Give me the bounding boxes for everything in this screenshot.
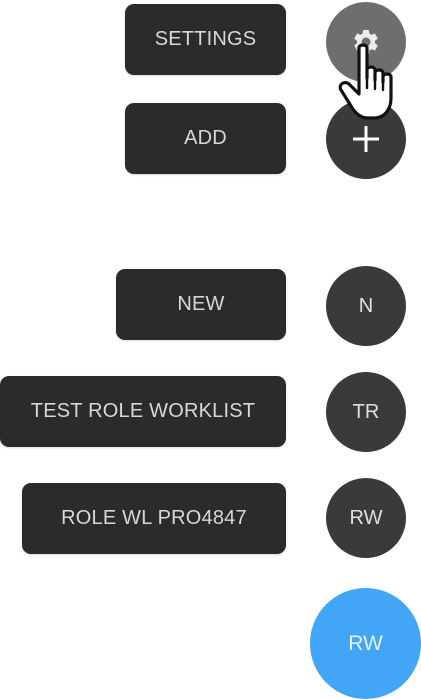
gear-icon <box>354 29 378 54</box>
test-role-worklist-label: TEST ROLE WORKLIST <box>30 400 256 422</box>
main-fab-initials: RW <box>348 631 383 655</box>
role-wl-pro4847-fab-button[interactable]: RW <box>326 478 406 558</box>
add-label-button[interactable]: ADD <box>125 103 286 174</box>
role-wl-pro4847-label: ROLE WL PRO4847 <box>61 507 247 529</box>
test-role-worklist-fab-button[interactable]: TR <box>326 372 406 452</box>
settings-button[interactable] <box>326 2 406 82</box>
role-wl-pro4847-initials: RW <box>349 506 383 529</box>
plus-icon <box>353 126 379 152</box>
role-wl-pro4847-label-button[interactable]: ROLE WL PRO4847 <box>22 483 286 554</box>
add-label: ADD <box>184 127 227 149</box>
test-role-worklist-label-button[interactable]: TEST ROLE WORKLIST <box>0 376 286 447</box>
main-fab-button[interactable]: RW <box>310 588 421 699</box>
settings-label-button[interactable]: SETTINGS <box>125 4 286 75</box>
new-label: NEW <box>177 293 225 315</box>
new-initials: N <box>358 294 374 317</box>
settings-label: SETTINGS <box>154 28 257 50</box>
add-button[interactable] <box>326 99 406 179</box>
new-label-button[interactable]: NEW <box>116 269 286 340</box>
test-role-worklist-initials: TR <box>352 400 380 423</box>
new-fab-button[interactable]: N <box>326 266 406 346</box>
